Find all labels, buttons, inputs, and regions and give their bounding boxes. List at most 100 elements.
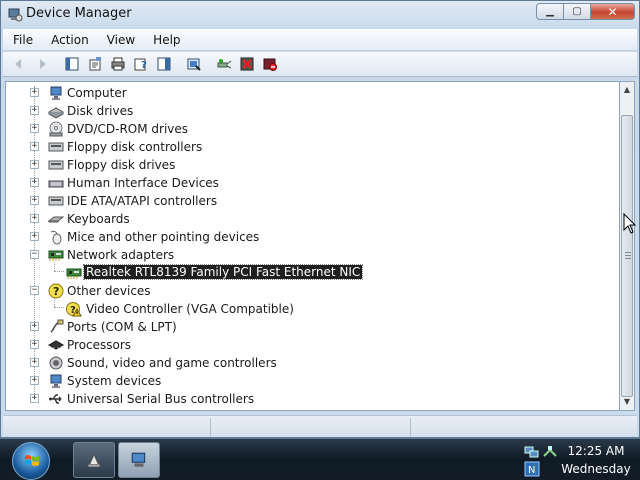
tree-item-label: Ports (COM & LPT) <box>67 320 177 334</box>
menu-help[interactable]: Help <box>143 33 188 47</box>
system-devices-icon <box>48 373 64 389</box>
expand-toggle[interactable]: + <box>30 178 39 187</box>
keyboard-icon <box>47 211 65 227</box>
tree-connector <box>54 298 55 307</box>
maximize-button[interactable]: ▢ <box>563 3 590 20</box>
clock[interactable]: 12:25 AM Wednesday <box>560 442 632 478</box>
grip-line <box>625 258 631 259</box>
expand-toggle[interactable]: + <box>30 232 39 241</box>
tree-item-label: Disk drives <box>67 104 134 118</box>
tree-item-label: Sound, video and game controllers <box>67 356 277 370</box>
processor-icon <box>47 337 65 353</box>
title-bar[interactable]: Device Manager ▁ ▢ ✕ <box>1 1 639 29</box>
expand-toggle[interactable]: + <box>30 160 39 169</box>
task-app-icon <box>88 452 100 467</box>
status-bar <box>3 415 637 437</box>
grip-line <box>625 255 631 256</box>
grip-line <box>625 252 631 253</box>
tree-connector <box>54 271 64 272</box>
expand-toggle[interactable]: + <box>30 376 39 385</box>
start-orb-icon <box>25 455 39 466</box>
expand-toggle[interactable]: + <box>30 142 39 151</box>
uninstall-icon[interactable] <box>239 56 255 72</box>
hid-icon <box>48 175 64 191</box>
clock-time: 12:25 AM <box>567 444 625 458</box>
forward-icon[interactable] <box>34 56 50 72</box>
scan-hardware-icon[interactable] <box>216 56 232 72</box>
tree-item-label: DVD/CD-ROM drives <box>67 122 189 136</box>
expand-toggle[interactable]: + <box>30 124 39 133</box>
scroll-up-icon[interactable]: ▲ <box>620 82 634 98</box>
safely-remove-tray-icon[interactable] <box>542 444 558 460</box>
back-icon[interactable] <box>11 56 27 72</box>
tree-item-label: Network adapters <box>67 248 175 262</box>
expand-toggle[interactable]: + <box>30 358 39 367</box>
device-tree[interactable]: + Computer + Disk drives + DVD/CD-ROM dr… <box>5 81 619 411</box>
disable-icon[interactable] <box>262 56 278 72</box>
tree-item-label: Keyboards <box>67 212 130 226</box>
details-pane-icon[interactable] <box>156 56 172 72</box>
nic-icon <box>66 265 82 281</box>
tree-connector <box>34 86 35 400</box>
expand-toggle[interactable]: + <box>30 340 39 349</box>
usb-icon <box>48 391 64 407</box>
close-icon: ✕ <box>607 4 618 19</box>
task-button-app[interactable] <box>73 442 115 478</box>
toolbar: ? <box>3 52 637 77</box>
sound-icon <box>48 355 64 371</box>
update-driver-icon[interactable] <box>186 56 202 72</box>
scroll-thumb[interactable] <box>621 115 633 397</box>
menu-file[interactable]: File <box>3 33 41 47</box>
window-title: Device Manager <box>26 6 132 21</box>
cd-drive-icon <box>48 121 64 137</box>
tree-connector <box>54 262 55 271</box>
collapse-toggle[interactable]: − <box>30 286 39 295</box>
expand-toggle[interactable]: + <box>30 394 39 403</box>
svg-text:?: ? <box>53 285 59 298</box>
tree-item-label: IDE ATA/ATAPI controllers <box>67 194 218 208</box>
disk-drive-icon <box>47 103 65 119</box>
vertical-scrollbar[interactable]: ▲ ▼ <box>619 81 635 411</box>
tree-item-label: Computer <box>67 86 127 100</box>
expand-toggle[interactable]: + <box>30 322 39 331</box>
tree-item-label: Video Controller (VGA Compatible) <box>86 302 294 316</box>
task-button-device-manager[interactable] <box>118 442 160 478</box>
ime-tray-icon[interactable]: N <box>524 461 540 477</box>
menu-view[interactable]: View <box>97 33 143 47</box>
maximize-icon: ▢ <box>572 6 582 17</box>
menu-action[interactable]: Action <box>41 33 97 47</box>
status-pane <box>211 418 411 436</box>
tree-connector <box>54 307 64 308</box>
other-devices-icon: ? <box>48 283 64 299</box>
tree-item-label: Universal Serial Bus controllers <box>67 392 255 406</box>
help-icon[interactable]: ? <box>133 56 149 72</box>
menu-bar: File Action View Help <box>3 29 637 51</box>
warning-device-icon: ? <box>66 301 82 317</box>
network-tray-icon[interactable] <box>524 444 540 460</box>
svg-text:?: ? <box>141 60 147 71</box>
print-icon[interactable] <box>110 56 126 72</box>
floppy-controller-icon <box>48 139 64 155</box>
clock-day: Wednesday <box>561 462 631 476</box>
tree-item-label: Floppy disk controllers <box>67 140 203 154</box>
collapse-toggle[interactable]: − <box>30 250 39 259</box>
expand-toggle[interactable]: + <box>30 88 39 97</box>
tree-item-label: System devices <box>67 374 162 388</box>
expand-toggle[interactable]: + <box>30 214 39 223</box>
tree-item-label: Mice and other pointing devices <box>67 230 260 244</box>
close-button[interactable]: ✕ <box>590 3 635 20</box>
expand-toggle[interactable]: + <box>30 106 39 115</box>
mouse-icon <box>48 229 64 245</box>
minimize-button[interactable]: ▁ <box>536 3 563 20</box>
scroll-down-icon[interactable]: ▼ <box>620 394 634 410</box>
device-manager-window: Device Manager ▁ ▢ ✕ File Action View He… <box>0 0 640 438</box>
tree-item-label: Human Interface Devices <box>67 176 219 190</box>
console-tree-icon[interactable] <box>64 56 80 72</box>
device-manager-icon <box>7 7 23 23</box>
network-adapter-icon <box>48 247 64 263</box>
svg-text:N: N <box>528 465 535 476</box>
device-manager-task-icon <box>131 452 146 467</box>
mouse-cursor-icon <box>623 213 637 234</box>
expand-toggle[interactable]: + <box>30 196 39 205</box>
properties-icon[interactable] <box>87 56 103 72</box>
